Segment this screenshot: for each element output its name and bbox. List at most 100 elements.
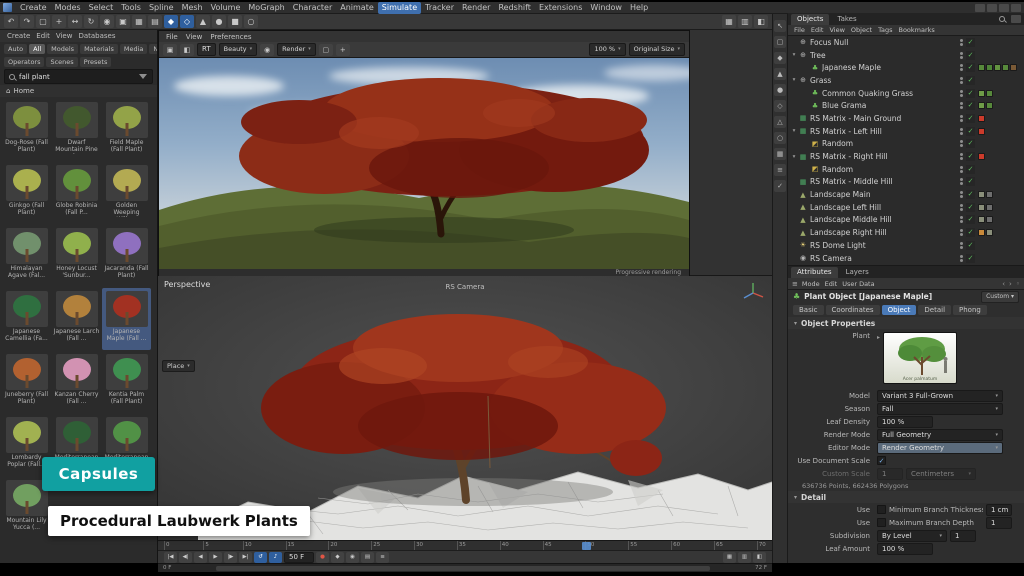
- visibility-dots[interactable]: [960, 178, 963, 185]
- render-view-icon[interactable]: ▦: [132, 15, 146, 28]
- texture-tag[interactable]: [978, 229, 985, 236]
- polygon-mode-icon[interactable]: △: [774, 116, 786, 128]
- asset-item[interactable]: Himalayan Agave (Fal...: [2, 225, 51, 287]
- attribute-tab[interactable]: Basic: [793, 305, 824, 315]
- attribute-tab[interactable]: Object: [882, 305, 917, 315]
- visibility-dots[interactable]: [960, 191, 963, 198]
- asset-item[interactable]: Juneberry (Fall Plant): [2, 351, 51, 413]
- menu-item[interactable]: Animate: [336, 2, 378, 14]
- visibility-dots[interactable]: [960, 77, 963, 84]
- menu-item[interactable]: Render: [458, 2, 494, 14]
- panel-icon[interactable]: ▥: [738, 15, 752, 28]
- texture-tag[interactable]: [994, 64, 1001, 71]
- asset-filter-tab[interactable]: Materials: [80, 44, 118, 54]
- visibility-dots[interactable]: [960, 242, 963, 249]
- menu-item[interactable]: Tools: [117, 2, 145, 14]
- asset-item[interactable]: Honey Locust 'Sunbur...: [52, 225, 101, 287]
- panel-menu-icon[interactable]: [1011, 15, 1021, 23]
- asset-item[interactable]: Globe Robinia (Fall P...: [52, 162, 101, 224]
- asset-item[interactable]: Japanese Maple (Fall ...: [102, 288, 151, 350]
- menu-item[interactable]: Extensions: [535, 2, 586, 14]
- texture-tag[interactable]: [986, 204, 993, 211]
- menu-item[interactable]: Redshift: [494, 2, 534, 14]
- object-row[interactable]: ▲ Landscape Middle Hill ✓: [788, 214, 1024, 227]
- object-manager-menu[interactable]: File: [792, 26, 807, 34]
- object-manager-menu[interactable]: Edit: [809, 26, 826, 34]
- leaf-density-field[interactable]: 100 %: [877, 416, 933, 428]
- edge-mode-icon[interactable]: ◇: [774, 100, 786, 112]
- cube-icon[interactable]: ■: [228, 15, 242, 28]
- texture-tag[interactable]: [978, 204, 985, 211]
- menu-item[interactable]: Window: [586, 2, 626, 14]
- min-branch-use-checkbox[interactable]: [877, 505, 886, 514]
- enabled-checkbox[interactable]: ✓: [966, 241, 975, 250]
- asset-filter-tab[interactable]: All: [29, 44, 45, 54]
- layout-icon[interactable]: ▦: [722, 15, 736, 28]
- texture-tag[interactable]: [986, 64, 993, 71]
- expander-icon[interactable]: ▾: [790, 128, 798, 134]
- menu-item[interactable]: Modes: [51, 2, 85, 14]
- visibility-dots[interactable]: [960, 255, 963, 262]
- texture-tag[interactable]: [978, 115, 985, 122]
- render-mode-dropdown[interactable]: Full Geometry▾: [877, 429, 1003, 441]
- object-row[interactable]: ◩ Random ✓: [788, 138, 1024, 151]
- selection-tool-icon[interactable]: ▢: [36, 15, 50, 28]
- zoom-dropdown[interactable]: 100 %▾: [589, 43, 625, 56]
- object-name[interactable]: RS Matrix - Main Ground: [810, 114, 957, 123]
- expander-icon[interactable]: ▾: [790, 52, 798, 58]
- object-row[interactable]: ◩ Random ✓: [788, 163, 1024, 176]
- asset-browser-menu[interactable]: Edit: [34, 32, 52, 40]
- rt-button[interactable]: RT: [197, 43, 216, 56]
- hud-icon[interactable]: ▦: [723, 552, 736, 563]
- texture-tag[interactable]: [978, 90, 985, 97]
- attribute-tab[interactable]: Phong: [953, 305, 987, 315]
- enabled-checkbox[interactable]: ✓: [966, 254, 975, 263]
- visibility-dots[interactable]: [960, 166, 963, 173]
- prev-frame-button[interactable]: ◀: [194, 552, 207, 563]
- plant-preview[interactable]: Acer palmatum: [883, 332, 957, 384]
- preview-range-bar[interactable]: 0 F 72 F: [158, 563, 772, 572]
- render-view-menu[interactable]: Preferences: [207, 33, 254, 41]
- asset-item[interactable]: Jacaranda (Fall Plant): [102, 225, 151, 287]
- max-branch-field[interactable]: 1: [986, 517, 1012, 529]
- visibility-dots[interactable]: [960, 52, 963, 59]
- sphere-icon[interactable]: ●: [212, 15, 226, 28]
- cursor-icon[interactable]: ↖: [774, 20, 786, 32]
- menu-item[interactable]: Volume: [207, 2, 245, 14]
- camera-label[interactable]: RS Camera: [445, 283, 484, 291]
- enabled-checkbox[interactable]: ✓: [966, 139, 975, 148]
- expander-icon[interactable]: ▸: [877, 332, 880, 387]
- asset-item[interactable]: Golden Weeping Willo...: [102, 162, 151, 224]
- coordinate-system-icon[interactable]: ▣: [116, 15, 130, 28]
- enabled-checkbox[interactable]: ✓: [966, 76, 975, 85]
- menu-item[interactable]: Help: [626, 2, 652, 14]
- views-icon[interactable]: ▥: [738, 552, 751, 563]
- texture-tag[interactable]: [1002, 64, 1009, 71]
- lock-icon[interactable]: ◉: [260, 44, 274, 56]
- enabled-checkbox[interactable]: ✓: [966, 165, 975, 174]
- asset-item[interactable]: Ginkgo (Fall Plant): [2, 162, 51, 224]
- min-branch-field[interactable]: 1 cm: [986, 504, 1012, 516]
- size-dropdown[interactable]: Original Size▾: [629, 43, 685, 56]
- visibility-dots[interactable]: [960, 39, 963, 46]
- section-header[interactable]: Object Properties: [801, 319, 875, 328]
- enabled-checkbox[interactable]: ✓: [966, 177, 975, 186]
- texture-tag[interactable]: [978, 102, 985, 109]
- object-row[interactable]: ⊕ Focus Null ✓: [788, 36, 1024, 49]
- attribute-tab[interactable]: Detail: [918, 305, 951, 315]
- rotate-tool-icon[interactable]: ↻: [84, 15, 98, 28]
- menu-item[interactable]: Tracker: [421, 2, 458, 14]
- range-scrollbar[interactable]: [216, 566, 710, 571]
- texture-tag[interactable]: [986, 191, 993, 198]
- object-name[interactable]: Landscape Right Hill: [810, 228, 957, 237]
- visibility-dots[interactable]: [960, 128, 963, 135]
- breadcrumb[interactable]: ⌂ Home: [0, 85, 157, 97]
- play-button[interactable]: ▶: [209, 552, 222, 563]
- view-label[interactable]: Perspective: [164, 280, 210, 289]
- object-name[interactable]: RS Camera: [810, 254, 957, 263]
- asset-item[interactable]: Japanese Camellia (Fa...: [2, 288, 51, 350]
- hamburger-icon[interactable]: ≡: [792, 280, 798, 288]
- undo-icon[interactable]: ↶: [4, 15, 18, 28]
- object-row[interactable]: ♣ Common Quaking Grass ✓: [788, 87, 1024, 100]
- object-name[interactable]: RS Matrix - Middle Hill: [810, 177, 957, 186]
